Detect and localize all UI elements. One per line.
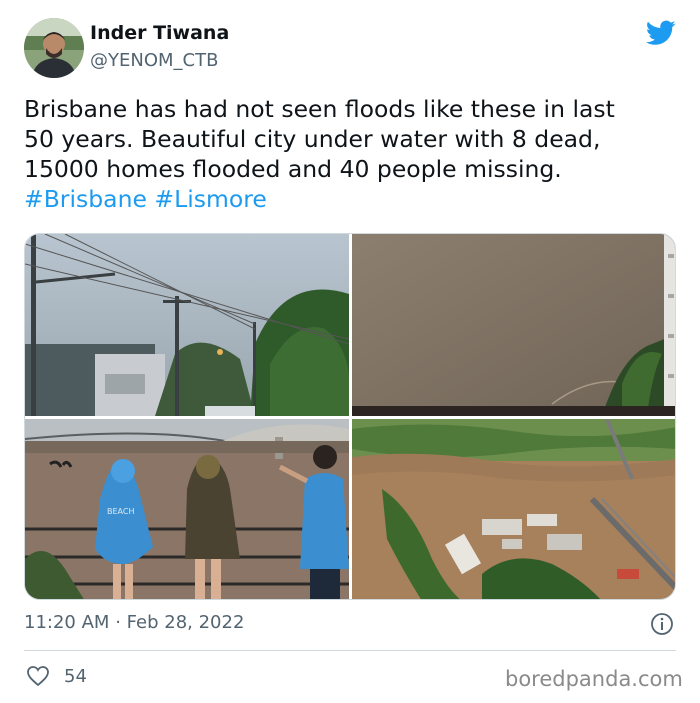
tweet-time: 11:20 AM xyxy=(24,612,110,633)
tweet-line: 50 years. Beautiful city under water wit… xyxy=(24,125,601,153)
timestamp-separator: · xyxy=(115,612,121,633)
photo-people-watching[interactable]: BEACH xyxy=(25,419,349,599)
tweet-date: Feb 28, 2022 xyxy=(126,612,245,633)
hoodie-text: BEACH xyxy=(107,507,134,516)
author-handle[interactable]: @YENOM_CTB xyxy=(90,50,218,71)
hashtag-lismore[interactable]: #Lismore xyxy=(154,185,266,213)
tweet-text: Brisbane has had not seen floods like th… xyxy=(24,94,679,214)
avatar[interactable] xyxy=(24,18,84,78)
author-name[interactable]: Inder Tiwana xyxy=(90,22,229,44)
heart-icon[interactable] xyxy=(26,665,50,687)
photo-aerial-flood[interactable] xyxy=(352,419,675,599)
hashtag-brisbane[interactable]: #Brisbane xyxy=(24,185,147,213)
info-icon[interactable] xyxy=(650,612,674,636)
photo-rainy-street[interactable] xyxy=(25,234,349,416)
tweet-line: 15000 homes flooded and 40 people missin… xyxy=(24,155,562,183)
hashtag-line: #Brisbane #Lismore xyxy=(24,184,679,214)
twitter-bird-icon[interactable] xyxy=(646,20,676,46)
tweet-timestamp[interactable]: 11:20 AM · Feb 28, 2022 xyxy=(24,612,244,633)
like-count: 54 xyxy=(64,666,87,687)
watermark: boredpanda.com xyxy=(505,667,683,691)
photo-flood-water[interactable] xyxy=(352,234,675,416)
media-grid: BEACH xyxy=(24,233,676,600)
tweet-line: Brisbane has had not seen floods like th… xyxy=(24,95,615,123)
divider xyxy=(24,650,676,651)
avatar-image xyxy=(24,18,84,78)
